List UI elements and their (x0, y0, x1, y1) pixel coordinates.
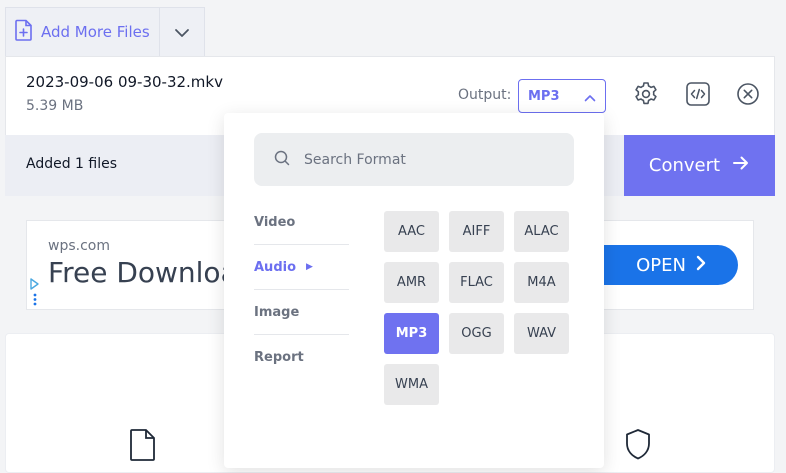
code-icon (685, 81, 711, 111)
add-more-files-label: Add More Files (41, 23, 150, 41)
category-report-label: Report (254, 350, 304, 365)
embed-code-button[interactable] (684, 82, 712, 110)
convert-label: Convert (648, 155, 721, 176)
gear-icon (633, 81, 659, 111)
output-format-select[interactable]: MP3 (518, 79, 606, 113)
add-files-dropdown-toggle[interactable] (160, 8, 204, 56)
category-image-label: Image (254, 304, 300, 320)
file-add-icon (14, 19, 34, 45)
format-flac[interactable]: FLAC (449, 262, 504, 303)
format-aac[interactable]: AAC (384, 211, 439, 252)
category-audio-label: Audio (254, 259, 297, 275)
convert-button[interactable]: Convert (624, 135, 775, 196)
category-video-label: Video (254, 214, 296, 230)
format-wav[interactable]: WAV (514, 313, 569, 354)
ad-choices-icon[interactable] (29, 278, 41, 308)
ad-title[interactable]: Free Download (48, 256, 228, 289)
output-label: Output: (458, 87, 512, 103)
format-search-input[interactable] (302, 150, 556, 169)
settings-button[interactable] (632, 82, 660, 110)
category-image[interactable]: Image (254, 290, 349, 335)
file-size: 5.39 MB (26, 98, 84, 114)
close-circle-icon (736, 82, 760, 110)
add-files-bar: Add More Files (5, 7, 205, 56)
chevron-down-icon (174, 23, 190, 42)
shield-icon (624, 428, 652, 466)
search-icon (274, 150, 290, 170)
category-report[interactable]: Report (254, 335, 349, 380)
chevron-right-icon (696, 255, 706, 276)
ad-domain: wps.com (48, 238, 110, 254)
caret-right-icon: ▶ (306, 262, 313, 272)
added-files-status: Added 1 files (26, 156, 118, 172)
add-more-files-button[interactable]: Add More Files (6, 8, 159, 56)
category-audio[interactable]: Audio ▶ (254, 245, 349, 290)
format-mp3[interactable]: MP3 (384, 313, 439, 354)
remove-file-button[interactable] (734, 82, 762, 110)
ad-open-button[interactable]: OPEN (604, 245, 738, 285)
ad-open-label: OPEN (636, 254, 686, 276)
format-search[interactable] (254, 133, 574, 186)
category-video[interactable]: Video (254, 200, 349, 245)
arrow-right-icon (732, 155, 750, 176)
file-name: 2023-09-06 09-30-32.mkv (26, 73, 223, 91)
document-icon (129, 428, 157, 466)
format-amr[interactable]: AMR (384, 262, 439, 303)
format-m4a[interactable]: M4A (514, 262, 569, 303)
format-wma[interactable]: WMA (384, 364, 439, 405)
format-alac[interactable]: ALAC (514, 211, 569, 252)
format-ogg[interactable]: OGG (449, 313, 504, 354)
chevron-up-icon (584, 87, 596, 106)
format-aiff[interactable]: AIFF (449, 211, 504, 252)
output-format-value: MP3 (528, 88, 560, 104)
